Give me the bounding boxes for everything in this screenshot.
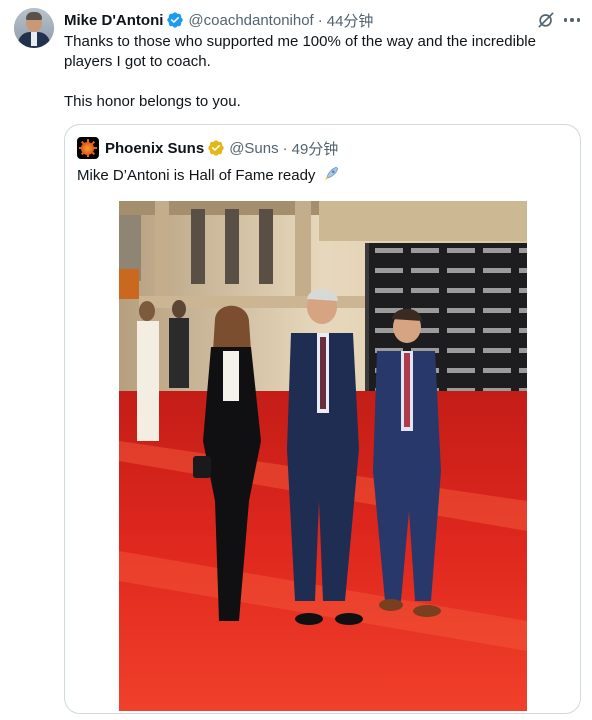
tweet[interactable]: Mike D'Antoni @coachdantonihof · 44分钟 Th… xyxy=(0,0,592,720)
red-carpet-photo xyxy=(119,201,527,711)
attached-photo[interactable] xyxy=(119,201,527,711)
quoted-author-avatar xyxy=(77,137,99,159)
quoted-tweet[interactable]: Phoenix Suns @Suns · 49分钟 Mike D’Antoni … xyxy=(64,124,581,714)
tweet-header: Mike D'Antoni @coachdantonihof · 44分钟 xyxy=(64,10,373,30)
tweet-text-line: This honor belongs to you. xyxy=(64,93,241,110)
quoted-tweet-text: Mike D’Antoni is Hall of Fame ready xyxy=(77,165,340,186)
grok-icon[interactable] xyxy=(536,10,556,30)
gold-verified-badge-icon xyxy=(208,140,224,156)
separator-dot: · xyxy=(317,11,323,29)
quoted-tweet-time: 49分钟 xyxy=(291,140,339,158)
rocket-emoji-icon xyxy=(324,166,338,180)
verified-badge-icon xyxy=(167,12,184,28)
tweet-time[interactable]: 44分钟 xyxy=(327,10,374,31)
quoted-author-handle: @Suns xyxy=(229,139,279,157)
tweet-text: Thanks to those who supported me 100% of… xyxy=(64,32,574,112)
tweet-text-line: players I got to coach. xyxy=(64,53,211,70)
author-avatar[interactable] xyxy=(14,8,54,48)
author-name[interactable]: Mike D'Antoni xyxy=(64,12,163,29)
quoted-tweet-text-content: Mike D’Antoni is Hall of Fame ready xyxy=(77,167,316,184)
more-options-icon[interactable] xyxy=(562,10,582,30)
author-handle[interactable]: @coachdantonihof xyxy=(188,12,313,29)
quoted-author-name: Phoenix Suns xyxy=(105,139,205,157)
tweet-text-line: Thanks to those who supported me 100% of… xyxy=(64,33,536,50)
separator-dot: · xyxy=(282,139,288,157)
quoted-tweet-header: Phoenix Suns @Suns · 49分钟 xyxy=(77,137,338,159)
